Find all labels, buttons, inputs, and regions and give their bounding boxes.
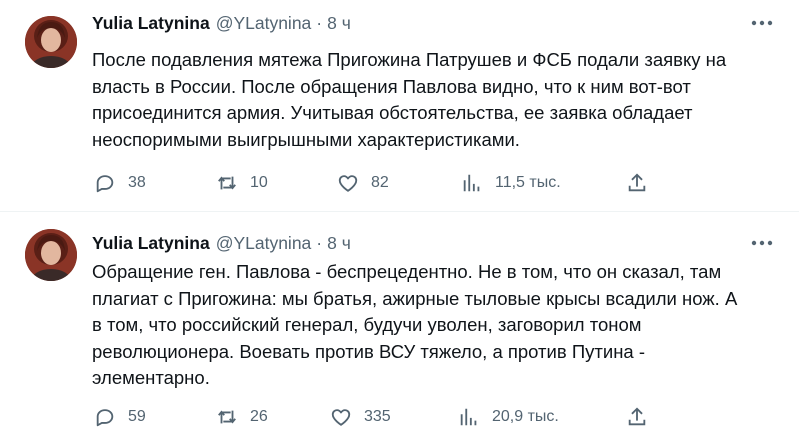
like-count: 82: [371, 174, 389, 191]
share-button[interactable]: [624, 403, 650, 431]
tweet-text: Обращение ген. Павлова - беспрецедентно.…: [92, 259, 782, 392]
share-icon: [624, 170, 650, 196]
action-bar: 59 26 335 20,9 тыс.: [92, 403, 772, 431]
repost-icon: [214, 404, 240, 430]
reply-count: 38: [128, 174, 146, 191]
reply-button[interactable]: 59: [92, 403, 146, 431]
author-handle[interactable]: @YLatynina: [216, 13, 312, 34]
author-name[interactable]: Yulia Latynina: [92, 233, 210, 254]
tweet-text: После подавления мятежа Пригожина Патруш…: [92, 47, 782, 153]
more-button[interactable]: [747, 230, 777, 256]
avatar[interactable]: [25, 229, 77, 281]
like-icon: [335, 170, 361, 196]
more-button[interactable]: [747, 10, 777, 36]
repost-count: 26: [250, 408, 268, 425]
tweet-text-line: революционера. Воевать против ВСУ тяжело…: [92, 340, 645, 362]
views-count: 11,5 тыс.: [495, 174, 561, 191]
tweet-text-line: присоединится армия. Учитывая обстоятель…: [92, 102, 693, 123]
separator-dot: ·: [316, 232, 323, 253]
more-icon: [751, 20, 773, 26]
tweet[interactable]: Yulia Latynina @YLatynina · 8 ч После по…: [0, 0, 799, 212]
author-name[interactable]: Yulia Latynina: [92, 13, 210, 34]
views-count: 20,9 тыс.: [492, 408, 559, 425]
share-icon: [624, 404, 650, 430]
tweet-header: Yulia Latynina @YLatynina · 8 ч: [92, 230, 351, 256]
more-icon: [751, 240, 773, 246]
reply-button[interactable]: 38: [92, 169, 146, 197]
views-button[interactable]: 11,5 тыс.: [459, 169, 561, 197]
tweet-text-line: неоспоримыми выигрышными характеристикам…: [92, 128, 520, 150]
avatar[interactable]: [25, 16, 77, 68]
like-button[interactable]: 335: [328, 403, 391, 431]
author-handle[interactable]: @YLatynina: [216, 233, 312, 254]
tweet-text-line: Обращение ген. Павлова - беспрецедентно.…: [92, 261, 722, 282]
tweet-text-line: плагиат с Пригожина: мы братья, ажирные …: [92, 287, 738, 309]
like-button[interactable]: 82: [335, 169, 389, 197]
separator-dot: ·: [316, 12, 323, 33]
repost-count: 10: [250, 174, 268, 191]
repost-button[interactable]: 10: [214, 169, 268, 197]
like-count: 335: [364, 408, 391, 425]
tweet-header: Yulia Latynina @YLatynina · 8 ч: [92, 10, 351, 36]
action-bar: 38 10 82 11,5 тыс.: [92, 169, 772, 197]
tweet-text-line: власть в России. После обращения Павлова…: [92, 75, 691, 97]
avatar-photo: [25, 16, 77, 68]
timestamp[interactable]: 8 ч: [327, 233, 351, 254]
repost-icon: [214, 170, 240, 196]
reply-icon: [92, 170, 118, 196]
like-icon: [328, 404, 354, 430]
reply-count: 59: [128, 408, 146, 425]
views-icon: [459, 170, 485, 196]
tweet[interactable]: Yulia Latynina @YLatynina · 8 ч Обращени…: [0, 213, 799, 442]
tweet-text-line: После подавления мятежа Пригожина Патруш…: [92, 49, 727, 70]
views-button[interactable]: 20,9 тыс.: [456, 403, 559, 431]
reply-icon: [92, 404, 118, 430]
share-button[interactable]: [624, 169, 650, 197]
tweet-text-line: элементарно.: [92, 367, 210, 388]
avatar-photo: [25, 229, 77, 281]
repost-button[interactable]: 26: [214, 403, 268, 431]
views-icon: [456, 404, 482, 430]
tweet-text-line: в том, что российский генерал, будучи ув…: [92, 314, 642, 335]
timestamp[interactable]: 8 ч: [327, 13, 351, 34]
